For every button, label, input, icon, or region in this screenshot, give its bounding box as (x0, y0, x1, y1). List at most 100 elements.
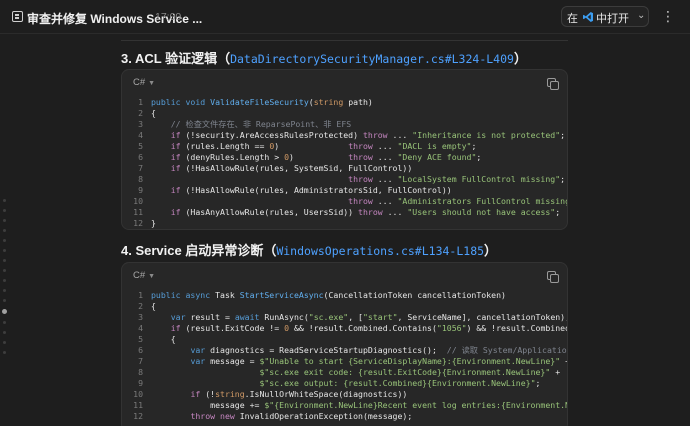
section-heading-service: 4. Service 启动异常诊断（WindowsOperations.cs#L… (121, 240, 497, 259)
line-number: 5 (138, 334, 143, 344)
line-number: 7 (138, 356, 143, 366)
code-text: public async Task StartServiceAsync(Canc… (151, 290, 506, 300)
code-line: 11 message += $"{Environment.NewLine}Rec… (122, 400, 567, 411)
line-number: 3 (138, 119, 143, 129)
line-number: 9 (138, 378, 143, 388)
code-text: $"sc.exe output: {result.Combined}{Envir… (259, 378, 541, 388)
line-number: 10 (133, 196, 143, 206)
nav-dot[interactable] (3, 209, 6, 212)
nav-dot[interactable] (3, 229, 6, 232)
line-number: 12 (133, 411, 143, 421)
language-selector[interactable]: C# ▼ (133, 270, 155, 281)
nav-dot[interactable] (3, 341, 6, 344)
code-line: 4 if (result.ExitCode != 0 && !result.Co… (122, 323, 567, 334)
code-block-service: C# ▼ 1 public async Task StartServiceAsync… (121, 262, 568, 426)
code-text: if (HasAnyAllowRule(rules, UsersSid)) th… (170, 207, 561, 217)
open-in-label: 在 (567, 13, 578, 25)
line-number: 7 (138, 163, 143, 173)
code-line: 3 var result = await RunAsync("sc.exe", … (122, 312, 567, 323)
code-text: public void ValidateFileSecurity(string … (151, 97, 373, 107)
section-heading-text: 3. ACL 验证逻辑（ (121, 51, 231, 66)
language-selector[interactable]: C# ▼ (133, 77, 155, 88)
vscode-icon (583, 12, 593, 22)
chevron-down-icon: ⌄ (637, 10, 646, 21)
code-line: 5 { (122, 334, 567, 345)
copy-icon[interactable] (547, 271, 559, 283)
code-text: if (result.ExitCode != 0 && !result.Comb… (170, 323, 567, 333)
code-text: { (151, 108, 156, 118)
line-number: 8 (138, 367, 143, 377)
line-number: 3 (138, 312, 143, 322)
code-text: if (!string.IsNullOrWhiteSpace(diagnosti… (190, 389, 408, 399)
nav-dot[interactable] (3, 199, 6, 202)
code-line: 2{ (122, 301, 567, 312)
code-block-acl: C# ▼ 1 public void ValidateFileSecurity(st… (121, 69, 568, 230)
nav-dot[interactable] (3, 279, 6, 282)
section-heading-suffix: ） (484, 243, 498, 258)
nav-dot[interactable] (3, 249, 6, 252)
nav-dot[interactable] (3, 299, 6, 302)
code-text: var diagnostics = ReadServiceStartupDiag… (190, 345, 568, 355)
code-text: } (151, 218, 156, 228)
language-label: C# (133, 77, 146, 88)
line-number: 10 (133, 389, 143, 399)
nav-dot[interactable] (3, 239, 6, 242)
code-text: { (151, 334, 176, 344)
code-text: if (!security.AreAccessRulesProtected) t… (170, 130, 566, 140)
open-in-editor-button[interactable]: 在 中打开 ⌄ (561, 6, 649, 27)
code-line: 7 var message = $"Unable to start {Servi… (122, 356, 567, 367)
code-text: message += $"{Environment.NewLine}Recent… (151, 400, 568, 410)
code-line: 8 $"sc.exe exit code: {result.ExitCode}{… (122, 367, 567, 378)
code-text: $"sc.exe exit code: {result.ExitCode}{En… (259, 367, 561, 377)
code-line: 6 if (denyRules.Length > 0) throw ... "D… (122, 152, 567, 163)
nav-dot[interactable] (3, 351, 6, 354)
code-text: { (151, 301, 156, 311)
chevron-down-icon: ▼ (148, 273, 156, 280)
nav-dot[interactable] (3, 321, 6, 324)
code-line: 9 if (!HasAllowRule(rules, Administrator… (122, 185, 567, 196)
line-number: 1 (138, 97, 143, 107)
line-number: 2 (138, 108, 143, 118)
nav-dot[interactable] (3, 269, 6, 272)
code-text: if (denyRules.Length > 0) throw ... "Den… (170, 152, 482, 162)
code-line: 4 if (!security.AreAccessRulesProtected)… (122, 130, 567, 141)
code-line: 7 if (!HasAllowRule(rules, SystemSid, Fu… (122, 163, 567, 174)
line-number: 6 (138, 152, 143, 162)
language-label: C# (133, 270, 146, 281)
top-bar: 审查并修复 Windows Service ... 17:00 在 中打开 ⌄ … (0, 0, 690, 34)
code-block-header: C# ▼ (122, 263, 567, 285)
section-heading-suffix: ） (513, 51, 527, 66)
more-options-button[interactable]: ⋮ (656, 6, 680, 27)
line-number: 11 (133, 400, 143, 410)
code-text: var result = await RunAsync("sc.exe", ["… (170, 312, 568, 322)
code-text: if (!HasAllowRule(rules, AdministratorsS… (170, 185, 452, 195)
copy-icon[interactable] (547, 78, 559, 90)
sidebar-toggle-icon[interactable] (12, 11, 23, 22)
nav-dot[interactable] (3, 331, 6, 334)
line-number: 12 (133, 218, 143, 228)
chevron-down-icon: ▼ (148, 80, 156, 87)
nav-dot[interactable] (3, 259, 6, 262)
code-line: 10 if (!string.IsNullOrWhiteSpace(diagno… (122, 389, 567, 400)
line-number: 5 (138, 141, 143, 151)
code-text: if (rules.Length == 0) throw ... "DACL i… (170, 141, 477, 151)
line-number: 2 (138, 301, 143, 311)
source-link[interactable]: DataDirectorySecurityManager.cs#L324-L40… (230, 52, 514, 66)
code-lines: 1 public async Task StartServiceAsync(Can… (122, 290, 567, 422)
nav-dot-active[interactable] (2, 309, 7, 314)
section-navigator[interactable] (2, 199, 8, 361)
code-line: 1 public async Task StartServiceAsync(Can… (122, 290, 567, 301)
code-block-header: C# ▼ (122, 70, 567, 92)
code-line: 12} (122, 218, 567, 229)
source-link[interactable]: WindowsOperations.cs#L134-L185 (276, 244, 484, 258)
section-heading-acl: 3. ACL 验证逻辑（DataDirectorySecurityManager… (121, 48, 527, 67)
section-heading-text: 4. Service 启动异常诊断（ (121, 243, 277, 258)
nav-dot[interactable] (3, 219, 6, 222)
content-divider (121, 40, 568, 41)
code-line: 11 if (HasAnyAllowRule(rules, UsersSid))… (122, 207, 567, 218)
nav-dot[interactable] (3, 289, 6, 292)
code-text: // 检查文件存在、非 ReparsePoint、非 EFS (170, 119, 352, 129)
conversation-time: 17:00 (155, 11, 182, 23)
code-line: 9 $"sc.exe output: {result.Combined}{Env… (122, 378, 567, 389)
line-number: 8 (138, 174, 143, 184)
